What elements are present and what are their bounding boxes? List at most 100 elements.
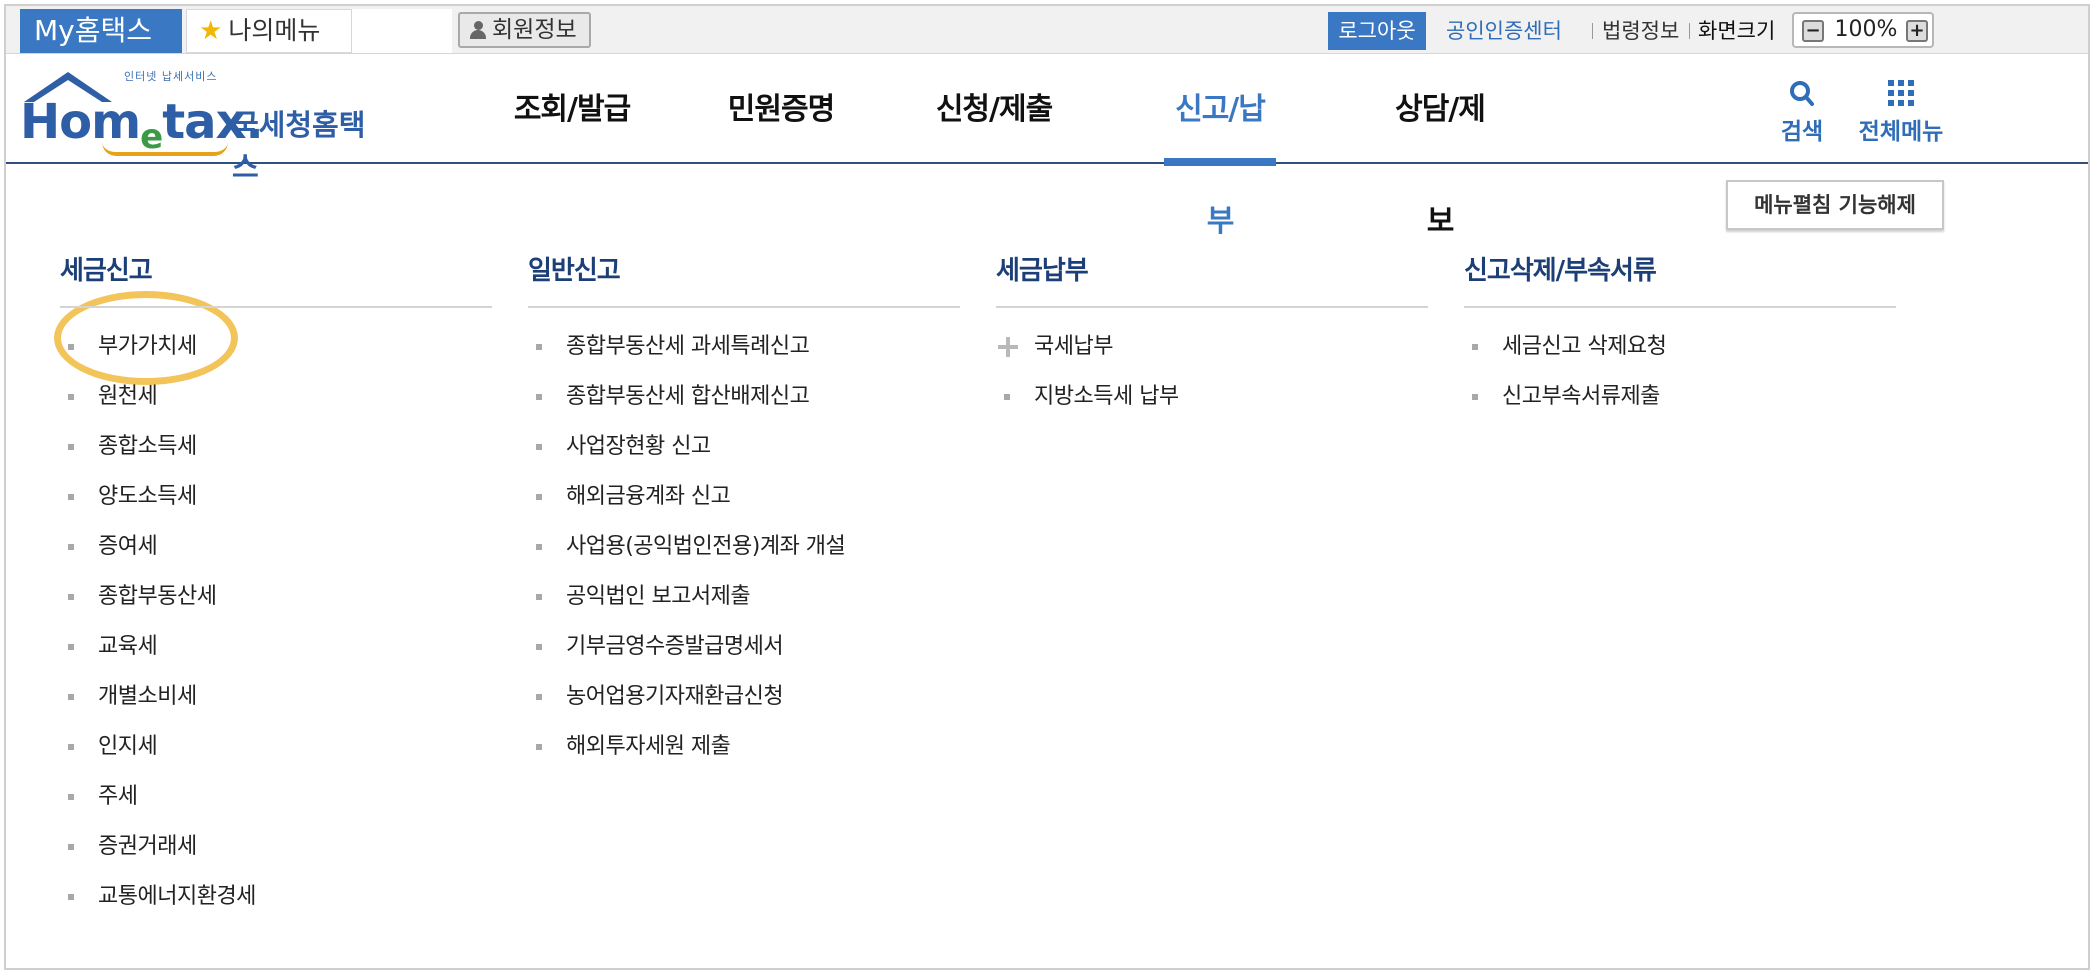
menu-item-label: 국세납부 — [1034, 334, 1113, 359]
zoom-level: 100% — [1834, 17, 1898, 42]
main-header: 인터넷 납세서비스 Hometax. 국세청홈택스 조회/발급 민원증명 신청/… — [6, 54, 2088, 239]
member-info-label: 회원정보 — [492, 17, 577, 43]
bullet-icon — [536, 544, 542, 550]
menu-item-label: 해외금융계좌 신고 — [566, 484, 731, 509]
menu-item-label: 사업용(공익법인전용)계좌 개설 — [566, 534, 846, 559]
nav-consult-report[interactable]: 상담/제보 — [1382, 54, 1498, 239]
all-menu-button[interactable]: 전체메뉴 — [1856, 74, 1946, 146]
menu-item-business-account-opening[interactable]: 사업용(공익법인전용)계좌 개설 — [528, 522, 960, 572]
menu-item-public-interest-report[interactable]: 공익법인 보고서제출 — [528, 572, 960, 622]
bullet-icon — [68, 844, 74, 850]
menu-unfold-disable-button[interactable]: 메뉴펼침 기능해제 — [1726, 180, 1944, 230]
menu-item-label: 종합부동산세 과세특례신고 — [566, 334, 810, 359]
menu-column-report-delete-attachments: 신고삭제/부속서류 세금신고 삭제요청 신고부속서류제출 — [1464, 256, 1896, 422]
menu-column-tax-report: 세금신고 부가가치세 원천세 종합소득세 양도소득세 증여세 종합부동산세 교육… — [60, 256, 492, 922]
menu-item-gift-tax[interactable]: 증여세 — [60, 522, 492, 572]
menu-item-label: 해외투자세원 제출 — [566, 734, 731, 759]
bullet-icon — [68, 494, 74, 500]
menu-item-agri-equipment-refund[interactable]: 농어업용기자재환급신청 — [528, 672, 960, 722]
bullet-icon — [1004, 394, 1010, 400]
menu-item-label: 세금신고 삭제요청 — [1502, 334, 1667, 359]
bullet-icon — [68, 694, 74, 700]
logout-button[interactable]: 로그아웃 — [1328, 12, 1426, 50]
menu-item-label: 증권거래세 — [98, 834, 197, 859]
expand-plus-icon[interactable] — [998, 337, 1018, 357]
bullet-icon — [536, 494, 542, 500]
zoom-in-button[interactable]: + — [1906, 20, 1928, 42]
bullet-icon — [68, 894, 74, 900]
bullet-icon — [536, 694, 542, 700]
nav-inquiry-issuance[interactable]: 조회/발급 — [512, 54, 632, 164]
menu-column-general-report: 일반신고 종합부동산세 과세특례신고 종합부동산세 합산배제신고 사업장현황 신… — [528, 256, 960, 772]
law-info-link[interactable]: 법령정보 — [1602, 14, 1679, 48]
bullet-icon — [68, 444, 74, 450]
menu-item-attachment-submission[interactable]: 신고부속서류제출 — [1464, 372, 1896, 422]
grid-icon — [1856, 74, 1946, 112]
menu-item-report-delete-request[interactable]: 세금신고 삭제요청 — [1464, 322, 1896, 372]
menu-item-stamp-tax[interactable]: 인지세 — [60, 722, 492, 772]
hometax-logo[interactable]: 인터넷 납세서비스 Hometax. 국세청홈택스 — [20, 68, 390, 184]
menu-item-label: 증여세 — [98, 534, 158, 559]
my-hometax-tab[interactable]: My홈택스 — [20, 9, 182, 53]
menu-item-vat[interactable]: 부가가치세 — [60, 322, 492, 372]
menu-item-label: 교육세 — [98, 634, 158, 659]
menu-item-business-status-report[interactable]: 사업장현황 신고 — [528, 422, 960, 472]
menu-item-income-tax[interactable]: 종합소득세 — [60, 422, 492, 472]
my-menu-tab[interactable]: ★ 나의메뉴 — [186, 9, 352, 53]
menu-item-special-consumption-tax[interactable]: 개별소비세 — [60, 672, 492, 722]
menu-item-label: 주세 — [98, 784, 138, 809]
column-title: 신고삭제/부속서류 — [1464, 256, 1657, 286]
menu-item-capital-gains-tax[interactable]: 양도소득세 — [60, 472, 492, 522]
screen-size-label: 화면크기 — [1698, 19, 1776, 43]
menu-item-national-tax-payment[interactable]: 국세납부 — [996, 322, 1428, 372]
zoom-out-button[interactable]: − — [1802, 20, 1824, 42]
logo-korean-name: 국세청홈택스 — [232, 108, 366, 184]
menu-item-label: 개별소비세 — [98, 684, 197, 709]
member-info-button[interactable]: 회원정보 — [458, 12, 591, 48]
cert-center-link[interactable]: 공인인증센터 — [1446, 14, 1562, 48]
bullet-icon — [1472, 344, 1478, 350]
bullet-icon — [68, 594, 74, 600]
page-frame: My홈택스 ★ 나의메뉴 회원정보 로그아웃 공인인증센터 법령정보 화면크기 −… — [4, 4, 2090, 970]
divider — [1689, 23, 1690, 39]
my-menu-label: 나의메뉴 — [228, 16, 321, 45]
menu-item-label: 원천세 — [98, 384, 158, 409]
bullet-icon — [68, 394, 74, 400]
menu-item-real-estate-exclusion-report[interactable]: 종합부동산세 합산배제신고 — [528, 372, 960, 422]
menu-item-overseas-investment-submission[interactable]: 해외투자세원 제출 — [528, 722, 960, 772]
bullet-icon — [68, 544, 74, 550]
menu-item-comprehensive-real-estate-tax[interactable]: 종합부동산세 — [60, 572, 492, 622]
menu-item-label: 지방소득세 납부 — [1034, 384, 1179, 409]
search-button[interactable]: 검색 — [1772, 74, 1832, 146]
bullet-icon — [68, 644, 74, 650]
menu-item-foreign-account-report[interactable]: 해외금융계좌 신고 — [528, 472, 960, 522]
menu-item-label: 종합부동산세 합산배제신고 — [566, 384, 810, 409]
menu-item-label: 양도소득세 — [98, 484, 197, 509]
menu-item-withholding-tax[interactable]: 원천세 — [60, 372, 492, 422]
nav-application-submission[interactable]: 신청/제출 — [934, 54, 1054, 164]
column-divider — [60, 306, 492, 308]
menu-item-label: 기부금영수증발급명세서 — [566, 634, 784, 659]
menu-item-liquor-tax[interactable]: 주세 — [60, 772, 492, 822]
menu-item-transport-energy-env-tax[interactable]: 교통에너지환경세 — [60, 872, 492, 922]
logo-tagline: 인터넷 납세서비스 — [124, 70, 218, 83]
zoom-control: − 100% + — [1792, 12, 1934, 48]
bullet-icon — [536, 394, 542, 400]
menu-item-securities-transaction-tax[interactable]: 증권거래세 — [60, 822, 492, 872]
bullet-icon — [536, 344, 542, 350]
menu-column-tax-payment: 세금납부 국세납부 지방소득세 납부 — [996, 256, 1428, 422]
menu-item-local-income-tax-payment[interactable]: 지방소득세 납부 — [996, 372, 1428, 422]
menu-item-label: 종합부동산세 — [98, 584, 217, 609]
column-title: 세금신고 — [60, 256, 153, 286]
menu-item-real-estate-special-report[interactable]: 종합부동산세 과세특례신고 — [528, 322, 960, 372]
bullet-icon — [536, 444, 542, 450]
menu-item-education-tax[interactable]: 교육세 — [60, 622, 492, 672]
menu-item-label: 사업장현황 신고 — [566, 434, 711, 459]
menu-item-donation-receipt-statement[interactable]: 기부금영수증발급명세서 — [528, 622, 960, 672]
nav-civil-certificate[interactable]: 민원증명 — [726, 54, 836, 164]
bullet-icon — [68, 344, 74, 350]
column-divider — [1464, 306, 1896, 308]
nav-report-payment[interactable]: 신고/납부 — [1164, 54, 1276, 239]
bullet-icon — [1472, 394, 1478, 400]
column-divider — [996, 306, 1428, 308]
